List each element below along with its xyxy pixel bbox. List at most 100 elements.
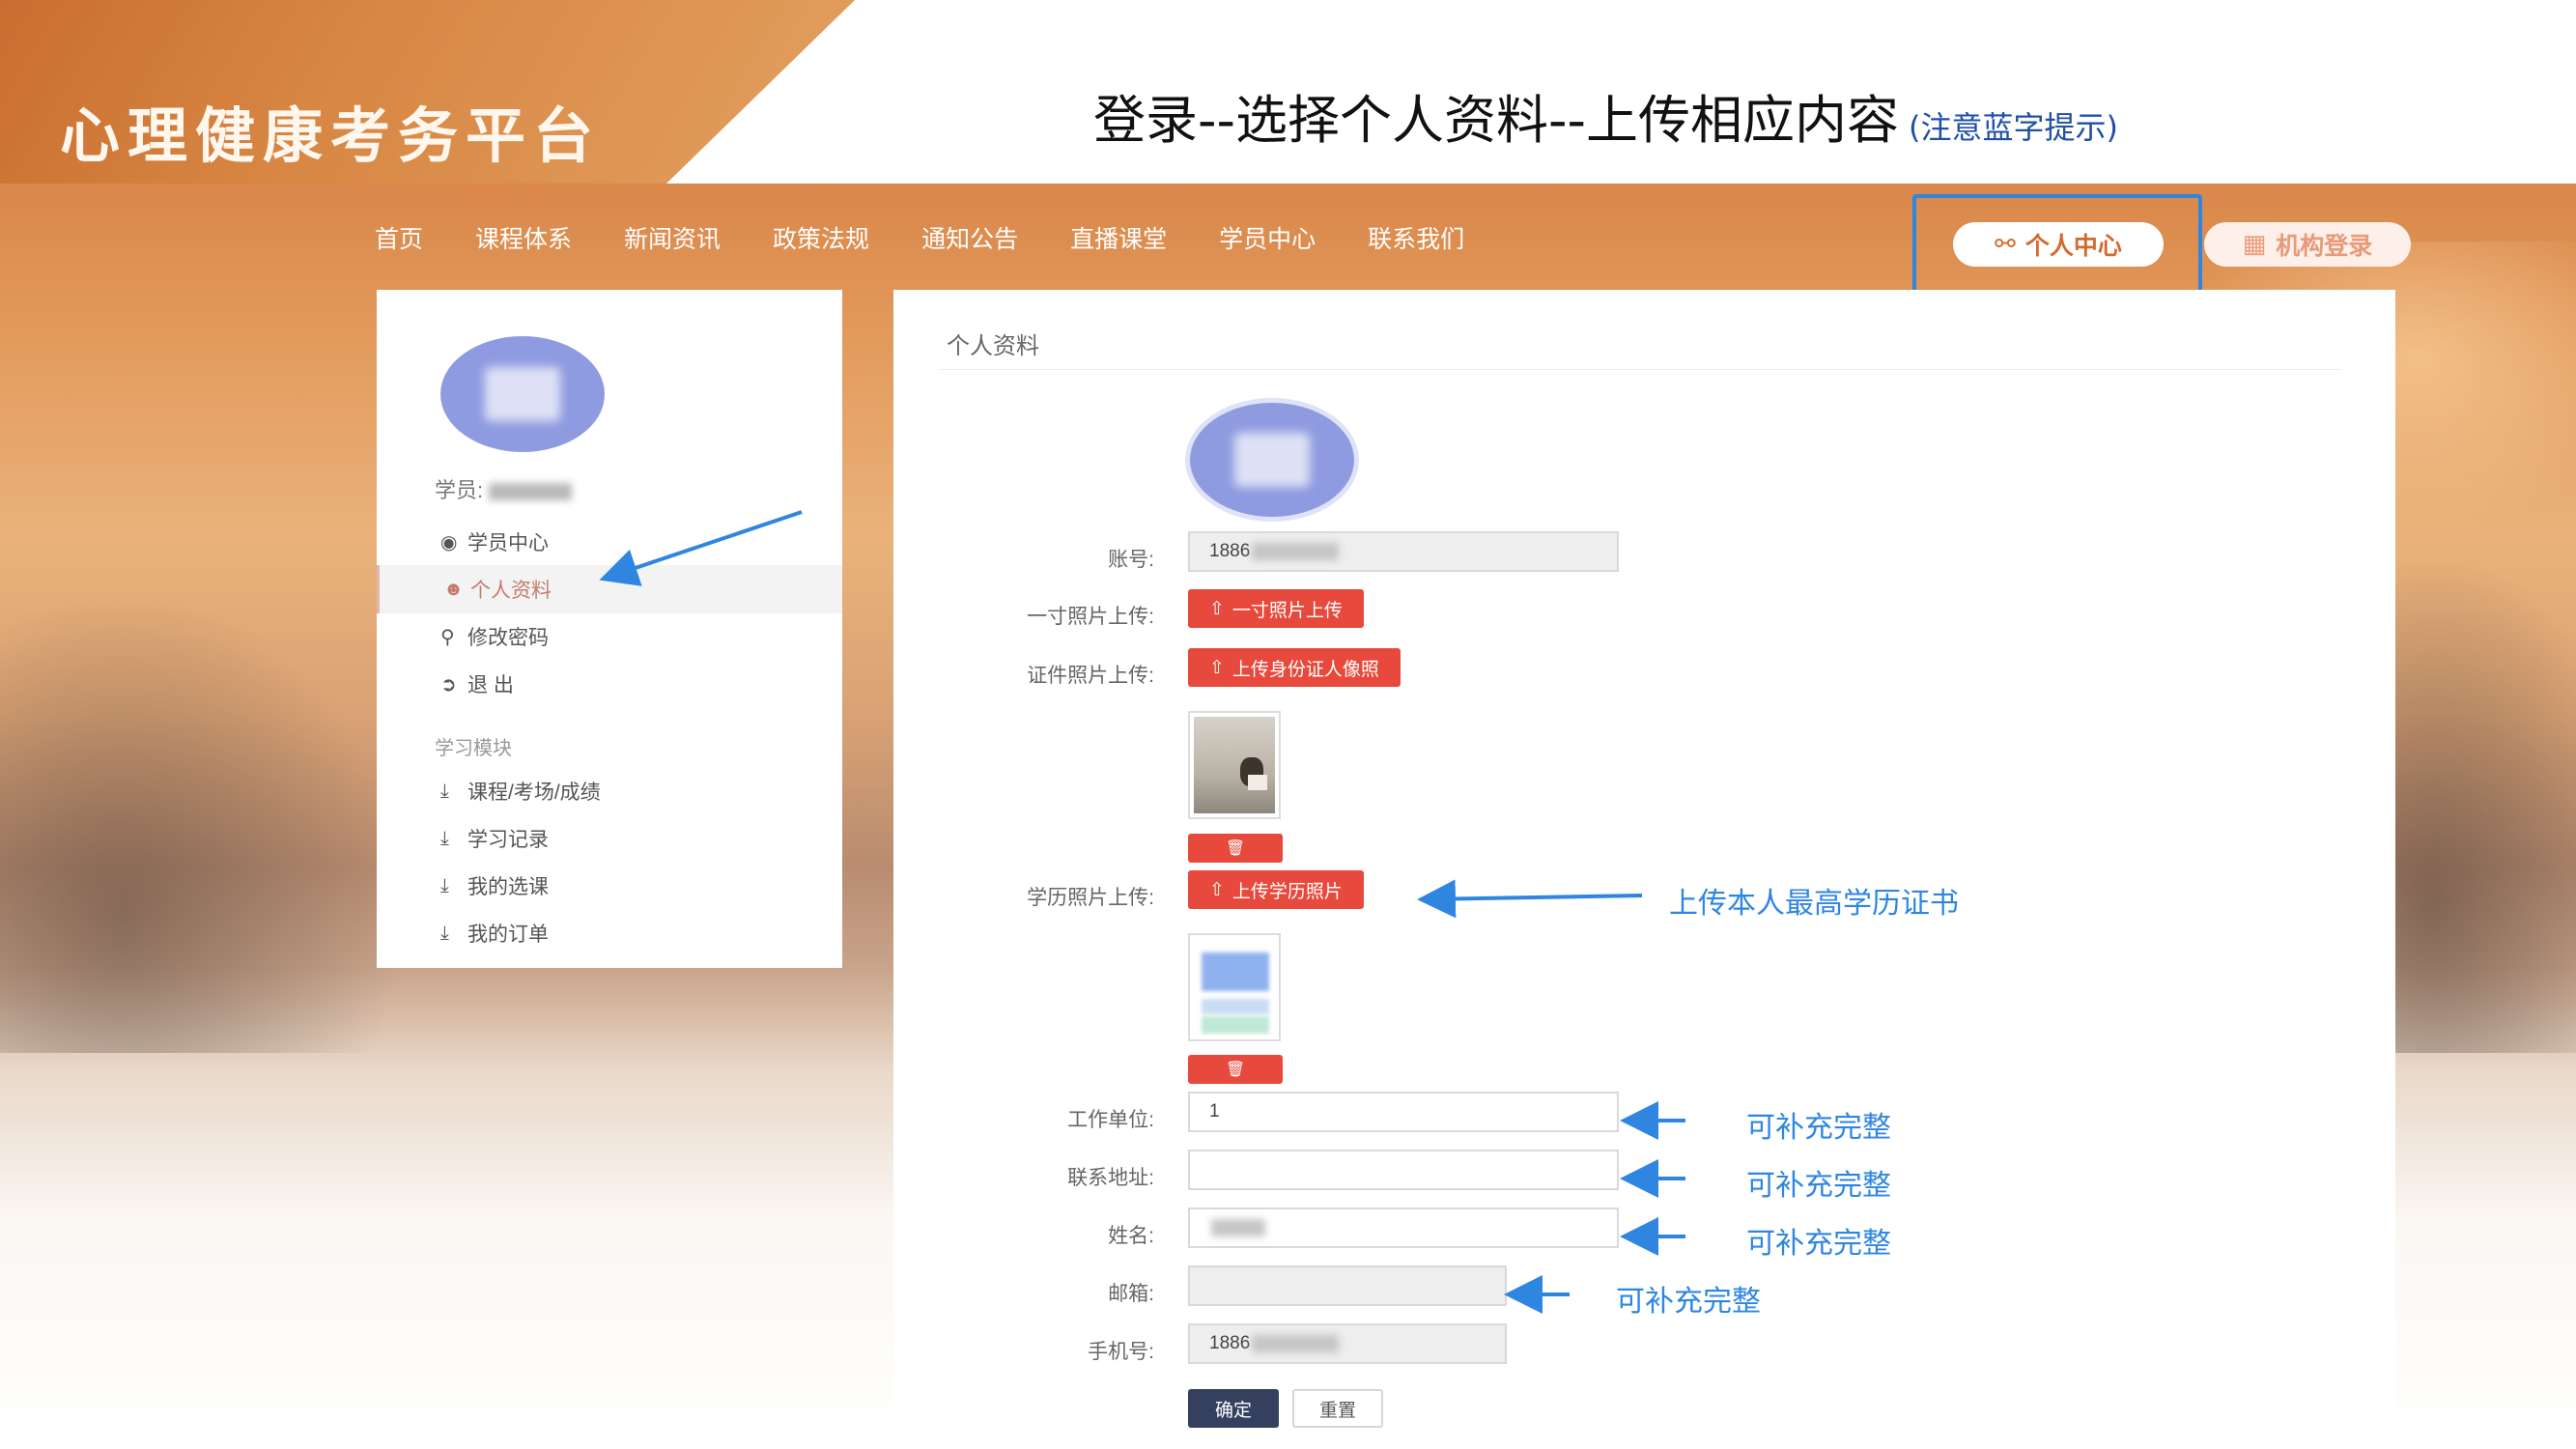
upload-edu-photo-button[interactable]: ⇧ 上传学历照片 bbox=[1188, 870, 1364, 909]
work-unit-input[interactable]: 1 bbox=[1188, 1092, 1619, 1132]
nav-policy[interactable]: 政策法规 bbox=[773, 220, 869, 255]
user-label: 学员: bbox=[435, 478, 484, 502]
upload-icon: ⇧ bbox=[1209, 657, 1225, 678]
nav-live[interactable]: 直播课堂 bbox=[1070, 220, 1167, 255]
address-input[interactable] bbox=[1188, 1150, 1619, 1190]
slide-title: 登录--选择个人资料--上传相应内容 (注意蓝字提示) bbox=[1093, 77, 2118, 154]
panel-divider bbox=[940, 369, 2340, 370]
main-nav: 首页 课程体系 新闻资讯 政策法规 通知公告 直播课堂 学员中心 联系我们 bbox=[375, 220, 1516, 255]
edu-photo-thumbnail[interactable] bbox=[1188, 933, 1281, 1041]
upload-icon: ⇧ bbox=[1209, 598, 1225, 619]
personal-center-label: 个人中心 bbox=[2024, 232, 2122, 260]
delete-id-photo-button[interactable]: 🗑 bbox=[1188, 834, 1283, 863]
sidebar-item-label: 我的订单 bbox=[467, 923, 549, 946]
upload-photo-button[interactable]: ⇧ 一寸照片上传 bbox=[1188, 589, 1364, 628]
download-icon: ⤓ bbox=[440, 874, 449, 896]
add-user-icon: ⚯ bbox=[1995, 230, 2016, 259]
account-value-blurred bbox=[1252, 543, 1340, 560]
website-screenshot: 首页 课程体系 新闻资讯 政策法规 通知公告 直播课堂 学员中心 联系我们 ⚯ … bbox=[0, 184, 2576, 1449]
sidebar-item-label: 修改密码 bbox=[467, 627, 549, 649]
nav-home[interactable]: 首页 bbox=[375, 220, 423, 255]
email-label: 邮箱: bbox=[1108, 1283, 1154, 1305]
download-icon: ⤓ bbox=[440, 780, 449, 802]
photo-label: 一寸照片上传: bbox=[1027, 606, 1154, 628]
phone-value-blurred bbox=[1252, 1335, 1340, 1352]
nav-contact[interactable]: 联系我们 bbox=[1368, 220, 1464, 255]
id-photo-thumbnail[interactable] bbox=[1188, 711, 1281, 819]
edu-photo-image bbox=[1194, 939, 1275, 1036]
building-icon: ▦ bbox=[2242, 230, 2267, 259]
personal-center-button[interactable]: ⚯ 个人中心 bbox=[1953, 222, 2164, 267]
sidebar-username: 学员: bbox=[435, 473, 573, 504]
sidebar-item-profile[interactable]: ☻ 个人资料 bbox=[377, 565, 842, 613]
annotation-email-hint: 可补充完整 bbox=[1616, 1285, 1761, 1319]
upload-edu-photo-label: 上传学历照片 bbox=[1231, 881, 1343, 902]
annotation-work-unit-hint: 可补充完整 bbox=[1746, 1111, 1891, 1145]
sidebar-item-label: 退 出 bbox=[467, 674, 514, 696]
reset-button[interactable]: 重置 bbox=[1292, 1389, 1383, 1428]
sidebar: 学员: ◉ 学员中心 ☻ 个人资料 ⚲ 修改密码 ➲ 退 出 学习模块 ⤓ 课程… bbox=[377, 290, 842, 968]
sidebar-item-courses[interactable]: ⤓ 课程/考场/成绩 bbox=[377, 767, 842, 815]
sidebar-item-label: 我的选课 bbox=[467, 876, 549, 898]
annotation-name-hint: 可补充完整 bbox=[1746, 1227, 1891, 1261]
nav-news[interactable]: 新闻资讯 bbox=[624, 220, 721, 255]
name-input[interactable] bbox=[1188, 1208, 1619, 1248]
work-unit-value: 1 bbox=[1209, 1101, 1220, 1122]
user-circle-icon: ◉ bbox=[440, 531, 458, 554]
id-photo-image bbox=[1194, 717, 1275, 813]
account-value: 1886 bbox=[1209, 541, 1251, 561]
sidebar-item-my-courses[interactable]: ⤓ 我的选课 bbox=[377, 862, 842, 910]
org-login-button[interactable]: ▦ 机构登录 bbox=[2204, 222, 2411, 267]
background-forest-left bbox=[0, 589, 406, 1053]
sign-out-icon: ➲ bbox=[440, 673, 457, 696]
annotation-address-hint: 可补充完整 bbox=[1746, 1169, 1891, 1203]
profile-panel: 个人资料 账号: 1886 一寸照片上传: ⇧ 一寸照片上传 证件照片上传: ⇧… bbox=[893, 290, 2395, 1449]
sidebar-item-change-password[interactable]: ⚲ 修改密码 bbox=[377, 612, 842, 661]
slide-title-text: 登录--选择个人资料--上传相应内容 bbox=[1093, 90, 1899, 151]
upload-icon: ⇧ bbox=[1209, 879, 1225, 900]
upload-id-photo-button[interactable]: ⇧ 上传身份证人像照 bbox=[1188, 648, 1401, 687]
upload-photo-label: 一寸照片上传 bbox=[1231, 600, 1343, 621]
download-icon: ⤓ bbox=[440, 922, 449, 944]
annotation-edu-hint: 上传本人最高学历证书 bbox=[1669, 887, 1959, 921]
nav-courses[interactable]: 课程体系 bbox=[475, 220, 572, 255]
nav-account-buttons: ⚯ 个人中心 ▦ 机构登录 bbox=[1953, 222, 2411, 267]
profile-avatar[interactable] bbox=[1185, 398, 1359, 522]
email-field bbox=[1188, 1265, 1507, 1306]
panel-title: 个人资料 bbox=[947, 333, 1039, 359]
person-icon: ☻ bbox=[443, 578, 465, 600]
account-label: 账号: bbox=[1108, 549, 1154, 571]
username-blurred bbox=[489, 483, 573, 501]
sidebar-item-label: 学习记录 bbox=[467, 829, 549, 851]
delete-edu-photo-button[interactable]: 🗑 bbox=[1188, 1055, 1283, 1084]
nav-student-center[interactable]: 学员中心 bbox=[1219, 220, 1316, 255]
sidebar-item-study-records[interactable]: ⤓ 学习记录 bbox=[377, 814, 842, 863]
sidebar-item-my-orders[interactable]: ⤓ 我的订单 bbox=[377, 909, 842, 957]
phone-field: 1886 bbox=[1188, 1323, 1507, 1364]
download-icon: ⤓ bbox=[440, 827, 449, 849]
slide-header: 心理健康考务平台 登录--选择个人资料--上传相应内容 (注意蓝字提示) bbox=[0, 0, 2576, 184]
sidebar-item-logout[interactable]: ➲ 退 出 bbox=[377, 660, 842, 708]
name-value-blurred bbox=[1211, 1219, 1265, 1236]
sidebar-item-student-center[interactable]: ◉ 学员中心 bbox=[377, 518, 842, 566]
org-login-label: 机构登录 bbox=[2276, 232, 2373, 260]
edu-photo-label: 学历照片上传: bbox=[1027, 887, 1154, 909]
avatar-initial-blurred bbox=[1234, 433, 1310, 487]
nav-notices[interactable]: 通知公告 bbox=[921, 220, 1018, 255]
sidebar-section-title: 学习模块 bbox=[435, 738, 512, 759]
platform-brand: 心理健康考务平台 bbox=[60, 100, 602, 171]
trash-icon: 🗑 bbox=[1225, 1062, 1246, 1078]
slide-title-hint: (注意蓝字提示) bbox=[1908, 109, 2118, 146]
sidebar-item-label: 个人资料 bbox=[470, 580, 552, 602]
sidebar-avatar bbox=[440, 336, 605, 452]
address-label: 联系地址: bbox=[1067, 1167, 1154, 1189]
avatar-initial-blurred bbox=[485, 367, 560, 421]
sidebar-item-label: 学员中心 bbox=[467, 532, 549, 554]
name-label: 姓名: bbox=[1108, 1225, 1154, 1247]
trash-icon: 🗑 bbox=[1225, 840, 1246, 857]
upload-id-photo-label: 上传身份证人像照 bbox=[1231, 659, 1379, 680]
key-icon: ⚲ bbox=[440, 626, 455, 648]
sidebar-item-label: 课程/考场/成绩 bbox=[467, 781, 601, 804]
id-photo-label: 证件照片上传: bbox=[1027, 665, 1154, 687]
submit-button[interactable]: 确定 bbox=[1188, 1389, 1279, 1428]
